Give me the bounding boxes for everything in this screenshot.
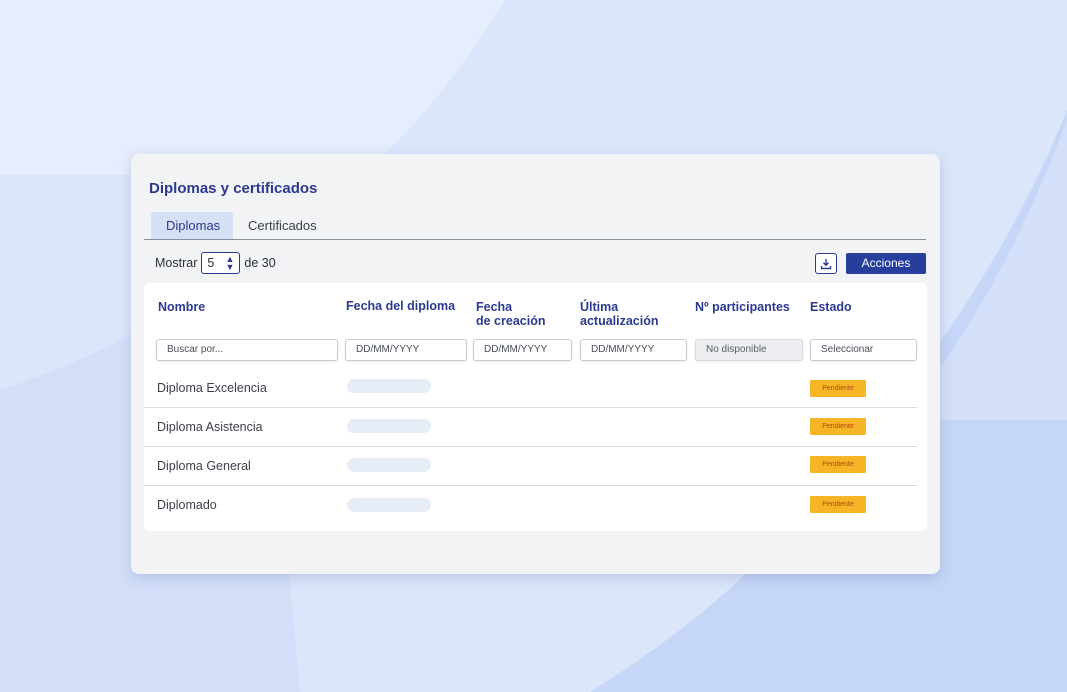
loading-placeholder xyxy=(347,419,431,433)
download-icon xyxy=(820,258,832,269)
header-fecha-creacion-line2: de creación xyxy=(476,314,546,328)
diplomas-card: Diplomas y certificados Diplomas Certifi… xyxy=(131,154,940,574)
status-badge: Pendiente xyxy=(810,456,866,473)
table-row[interactable]: Diploma Asistencia Pendiente xyxy=(144,408,917,447)
actions-button[interactable]: Acciones xyxy=(846,253,926,274)
table-row[interactable]: Diploma Excelencia Pendiente xyxy=(144,369,917,408)
stepper-arrows-icon[interactable]: ▲ ▼ xyxy=(225,255,234,272)
diploma-date-filter[interactable]: DD/MM/YYYY xyxy=(345,339,467,361)
loading-placeholder xyxy=(347,458,431,472)
header-ultima-actualizacion-line2: actualización xyxy=(580,314,659,328)
loading-placeholder xyxy=(347,498,431,512)
status-badge: Pendiente xyxy=(810,380,866,397)
row-name: Diploma General xyxy=(157,459,251,473)
page-size-value: 5 xyxy=(207,256,215,270)
download-button[interactable] xyxy=(815,253,837,274)
header-nombre[interactable]: Nombre xyxy=(158,300,205,314)
updated-date-filter[interactable]: DD/MM/YYYY xyxy=(580,339,687,361)
tab-bar: Diplomas Certificados xyxy=(144,212,926,240)
status-select[interactable]: Seleccionar xyxy=(810,339,917,361)
page-size-stepper[interactable]: 5 ▲ ▼ xyxy=(201,252,241,274)
diplomas-table: Nombre Fecha del diploma Fecha de creaci… xyxy=(144,283,927,531)
status-badge: Pendiente xyxy=(810,496,866,513)
header-ultima-actualizacion-line1: Última xyxy=(580,300,619,314)
header-participantes[interactable]: Nº participantes xyxy=(695,300,790,314)
row-name: Diplomado xyxy=(157,498,217,512)
total-label: de 30 xyxy=(244,256,276,270)
status-badge: Pendiente xyxy=(810,418,866,435)
created-date-filter[interactable]: DD/MM/YYYY xyxy=(473,339,572,361)
participants-filter: No disponible xyxy=(695,339,803,361)
row-name: Diploma Asistencia xyxy=(157,420,263,434)
show-label: Mostrar xyxy=(155,256,198,270)
header-estado[interactable]: Estado xyxy=(810,300,852,314)
loading-placeholder xyxy=(347,379,431,393)
header-fecha-creacion-line1: Fecha xyxy=(476,300,513,314)
header-fecha-creacion[interactable]: Fecha de creación xyxy=(476,300,545,328)
search-name-input[interactable]: Buscar por... xyxy=(156,339,338,361)
table-row[interactable]: Diplomado Pendiente xyxy=(144,486,917,525)
table-row[interactable]: Diploma General Pendiente xyxy=(144,447,917,486)
tab-diplomas[interactable]: Diplomas xyxy=(151,212,233,239)
tab-certificados[interactable]: Certificados xyxy=(233,212,332,239)
header-fecha-diploma[interactable]: Fecha del diploma xyxy=(346,299,455,313)
header-ultima-actualizacion[interactable]: Última actualización xyxy=(580,300,659,328)
page-size-control: Mostrar 5 ▲ ▼ de 30 xyxy=(155,252,276,274)
page-title: Diplomas y certificados xyxy=(149,180,318,197)
row-name: Diploma Excelencia xyxy=(157,381,267,395)
